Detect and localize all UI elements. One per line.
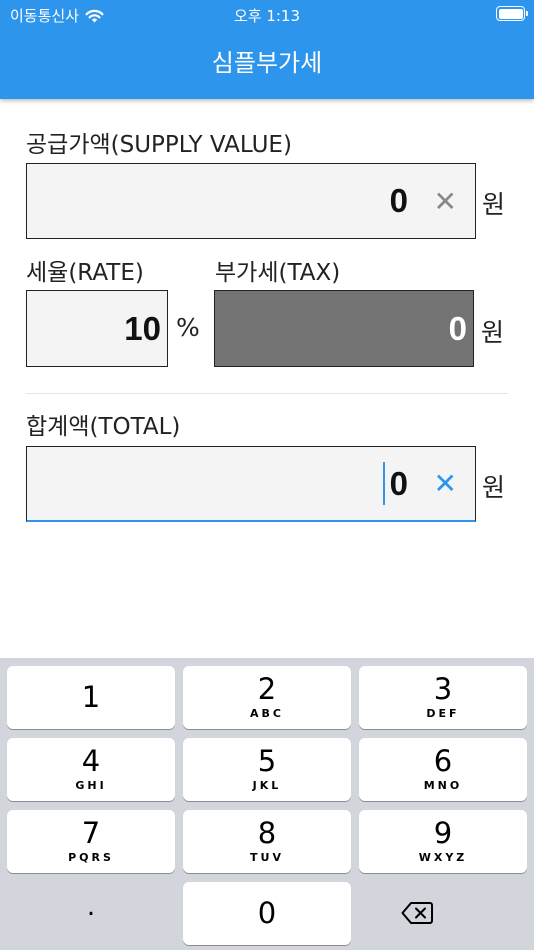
key-9-label: 9 bbox=[433, 816, 453, 850]
rate-value-text: 10 bbox=[124, 309, 161, 347]
key-8-letters: TUV bbox=[250, 851, 284, 864]
key-1-label: 1 bbox=[81, 680, 101, 714]
total-unit: 원 bbox=[482, 473, 506, 502]
key-2[interactable]: 2 ABC bbox=[183, 666, 351, 729]
tax-output: 0 bbox=[214, 290, 474, 367]
key-5-letters: JKL bbox=[252, 779, 282, 792]
rate-label: 세율(RATE) bbox=[26, 260, 144, 286]
tax-label: 부가세(TAX) bbox=[215, 260, 341, 286]
battery-icon bbox=[496, 6, 528, 21]
key-6[interactable]: 6 MNO bbox=[359, 738, 527, 801]
backspace-icon bbox=[401, 902, 433, 924]
key-0[interactable]: 0 bbox=[183, 882, 351, 945]
status-bar: 이동통신사 오후 1:13 bbox=[0, 0, 534, 28]
key-6-label: 6 bbox=[433, 744, 453, 778]
key-8[interactable]: 8 TUV bbox=[183, 810, 351, 873]
key-3-label: 3 bbox=[433, 672, 453, 706]
total-label: 합계액(TOTAL) bbox=[26, 414, 181, 440]
key-9[interactable]: 9 WXYZ bbox=[359, 810, 527, 873]
text-cursor bbox=[382, 462, 385, 505]
key-2-letters: ABC bbox=[250, 707, 284, 720]
total-clear-icon[interactable]: ✕ bbox=[434, 447, 457, 520]
key-7-letters: PQRS bbox=[68, 851, 114, 864]
key-decimal[interactable]: . bbox=[7, 882, 175, 945]
rate-input[interactable]: 10 bbox=[26, 290, 168, 367]
numeric-keyboard: 1 2 ABC 3 DEF 4 GHI 5 JKL 6 MNO 7 PQRS 8… bbox=[0, 658, 534, 950]
tax-unit: 원 bbox=[481, 318, 505, 347]
supply-clear-icon[interactable]: ✕ bbox=[434, 164, 457, 238]
key-backspace[interactable] bbox=[359, 882, 527, 945]
supply-label: 공급가액(SUPPLY VALUE) bbox=[26, 132, 292, 158]
key-3-letters: DEF bbox=[426, 707, 460, 720]
status-time: 오후 1:13 bbox=[233, 7, 301, 25]
key-0-label: 0 bbox=[257, 896, 277, 930]
supply-unit: 원 bbox=[482, 190, 506, 219]
key-decimal-label: . bbox=[86, 892, 96, 922]
rate-unit: % bbox=[176, 313, 200, 342]
section-divider bbox=[26, 393, 508, 394]
key-6-letters: MNO bbox=[423, 779, 463, 792]
key-8-label: 8 bbox=[257, 816, 277, 850]
app-header: 이동통신사 오후 1:13 심플부가세 bbox=[0, 0, 534, 99]
key-7-label: 7 bbox=[81, 816, 101, 850]
key-5[interactable]: 5 JKL bbox=[183, 738, 351, 801]
page-title: 심플부가세 bbox=[211, 49, 323, 77]
total-value-text: 0 bbox=[389, 464, 408, 502]
supply-value-input[interactable]: 0 ✕ bbox=[26, 163, 476, 239]
key-5-label: 5 bbox=[257, 744, 277, 778]
key-3[interactable]: 3 DEF bbox=[359, 666, 527, 729]
tax-value-text: 0 bbox=[448, 309, 467, 347]
key-4[interactable]: 4 GHI bbox=[7, 738, 175, 801]
key-4-label: 4 bbox=[81, 744, 101, 778]
total-input[interactable]: 0 ✕ bbox=[26, 446, 476, 522]
key-7[interactable]: 7 PQRS bbox=[7, 810, 175, 873]
key-1[interactable]: 1 bbox=[7, 666, 175, 729]
key-9-letters: WXYZ bbox=[418, 851, 468, 864]
supply-value-text: 0 bbox=[389, 182, 408, 219]
key-4-letters: GHI bbox=[75, 779, 107, 792]
key-2-label: 2 bbox=[257, 672, 277, 706]
